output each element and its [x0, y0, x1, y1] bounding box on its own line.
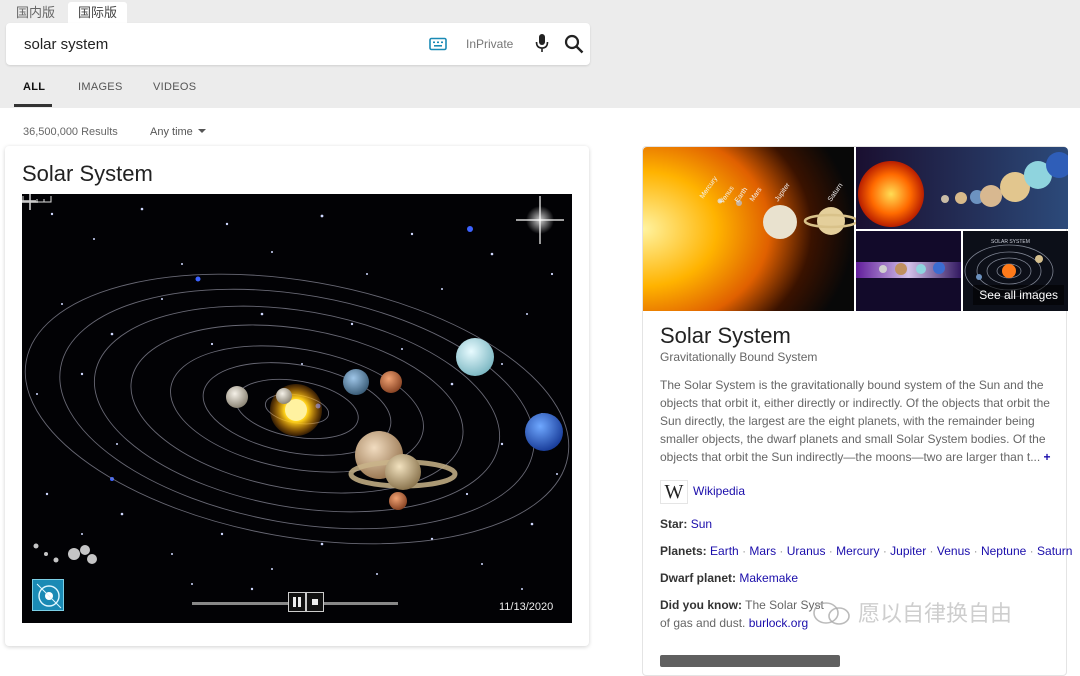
fact-did-you-know-line2: of gas and dust. burlock.org: [660, 616, 808, 630]
tab-images[interactable]: IMAGES: [78, 81, 123, 93]
planet-link-mars[interactable]: Mars: [749, 544, 776, 558]
video-card: Solar System 11/13/2020: [5, 146, 589, 646]
kp-description: The Solar System is the gravitationally …: [660, 376, 1055, 466]
keyboard-icon[interactable]: [429, 35, 447, 53]
video-player[interactable]: 11/13/2020: [22, 194, 572, 623]
fact-did-you-know: Did you know: The Solar Syst: [660, 598, 824, 612]
next-section-heading: [660, 655, 840, 667]
fact-dwarf-value[interactable]: Makemake: [739, 571, 798, 585]
kp-description-text: The Solar System is the gravitationally …: [660, 378, 1050, 464]
planet-separator: ·: [929, 544, 934, 558]
watermark-text: 愿以自律换自由: [858, 601, 1013, 626]
fact-planets: Planets: Earth · Mars · Uranus · Mercury…: [660, 544, 1072, 558]
results-count: 36,500,000 Results: [23, 126, 118, 138]
stop-icon[interactable]: [306, 592, 324, 612]
fact-dwarf-label: Dwarf planet:: [660, 571, 737, 585]
search-icon[interactable]: [564, 34, 584, 54]
solar-system-animation: [22, 194, 572, 623]
planet-separator: ·: [779, 544, 784, 558]
solar-thumbnail-icon[interactable]: [32, 579, 64, 611]
time-filter-dropdown[interactable]: Any time: [150, 126, 206, 138]
planet-link-uranus[interactable]: Uranus: [787, 544, 826, 558]
planet-link-mercury[interactable]: Mercury: [836, 544, 879, 558]
fact-star-value[interactable]: Sun: [691, 517, 712, 531]
inprivate-label[interactable]: InPrivate: [466, 37, 513, 51]
fact-planets-label: Planets:: [660, 544, 707, 558]
fact-star-label: Star:: [660, 517, 688, 531]
region-tab-domestic[interactable]: 国内版: [6, 2, 65, 24]
region-tab-international[interactable]: 国际版: [68, 2, 128, 24]
wikipedia-logo-icon: W: [660, 480, 688, 504]
see-all-images-button[interactable]: See all images: [973, 285, 1064, 305]
fact-didyouknow-label: Did you know:: [660, 598, 742, 612]
fact-didyouknow-text-2: of gas and dust.: [660, 616, 746, 630]
tab-videos[interactable]: VIDEOS: [153, 81, 196, 93]
active-tab-indicator: [14, 104, 52, 107]
pause-icon[interactable]: [288, 592, 306, 612]
planet-separator: ·: [882, 544, 887, 558]
video-date: 11/13/2020: [499, 601, 554, 613]
kp-subtitle: Gravitationally Bound System: [660, 350, 818, 364]
planet-separator: ·: [1029, 544, 1034, 558]
search-box: InPrivate: [6, 23, 590, 65]
planet-link-venus[interactable]: Venus: [937, 544, 970, 558]
source-link[interactable]: burlock.org: [749, 616, 808, 630]
planet-separator: ·: [742, 544, 747, 558]
planet-separator: ·: [828, 544, 833, 558]
chevron-down-icon: [197, 129, 206, 133]
plus-icon[interactable]: [22, 194, 38, 210]
wechat-watermark-icon: [813, 602, 850, 625]
image-mosaic[interactable]: Mercury Venus Earth Mars Jupiter Saturn: [643, 147, 1068, 311]
planet-link-neptune[interactable]: Neptune: [981, 544, 1026, 558]
fact-star: Star: Sun: [660, 517, 712, 531]
microphone-icon[interactable]: [533, 33, 551, 53]
fact-dwarf-planet: Dwarf planet: Makemake: [660, 571, 798, 585]
expand-more-icon[interactable]: +: [1044, 450, 1051, 464]
planet-separator: ·: [973, 544, 978, 558]
mosaic-inset-title: SOLAR SYSTEM: [991, 239, 1030, 245]
time-filter-label: Any time: [150, 126, 193, 138]
video-card-title[interactable]: Solar System: [22, 161, 153, 187]
planet-link-saturn[interactable]: Saturn: [1037, 544, 1072, 558]
wikipedia-link[interactable]: Wikipedia: [693, 484, 745, 498]
kp-title: Solar System: [660, 323, 791, 348]
search-input[interactable]: [24, 34, 404, 54]
tab-all[interactable]: ALL: [23, 81, 45, 93]
planet-link-earth[interactable]: Earth: [710, 544, 739, 558]
planet-link-jupiter[interactable]: Jupiter: [890, 544, 926, 558]
